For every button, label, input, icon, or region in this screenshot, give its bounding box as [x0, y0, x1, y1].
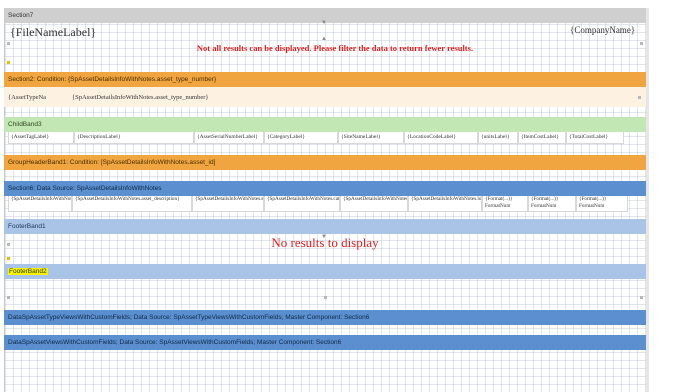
selection-handle-icon: [638, 96, 641, 99]
section6-band-label: Section6: Data Source: SpAssetDetailsInf…: [8, 185, 162, 192]
vertical-scrollbar[interactable]: [646, 8, 649, 392]
section2-band[interactable]: Section2: Condition: {SpAssetDetailsInfo…: [4, 72, 646, 87]
detail-cell[interactable]: {SpAssetDetailsInfoWithNotes.serial_no}: [192, 196, 264, 212]
detail-cell[interactable]: {SpAssetDetailsInfoWithNotes.category}: [264, 196, 340, 212]
selection-handle-icon: [640, 296, 643, 299]
section6-band[interactable]: Section6: Data Source: SpAssetDetailsInf…: [4, 181, 646, 196]
groupheader1-band-label: GroupHeaderBand1: Condition: [SpAssetDet…: [8, 159, 216, 166]
selection-handle-icon: [7, 42, 10, 45]
filename-field[interactable]: {FileNameLabel}: [10, 25, 96, 40]
detail-cell[interactable]: {SpAssetDetailsInfoWithNotes.site}: [340, 196, 408, 212]
filter-warning-text[interactable]: Not all results can be displayed. Please…: [120, 43, 550, 53]
column-header-cell[interactable]: {SiteNameLabel}: [338, 132, 404, 144]
asset-type-value-field[interactable]: {SpAssetDetailsInfoWithNotes.asset_type_…: [72, 94, 209, 101]
column-header-cell[interactable]: {TotalCostLabel}: [566, 132, 624, 144]
column-header-cell[interactable]: {DescriptionLabel}: [74, 132, 194, 144]
childband3-band-label: ChildBand3: [8, 121, 42, 128]
footerband1-band-label: FooterBand1: [8, 223, 46, 230]
section2-band-label: Section2: Condition: {SpAssetDetailsInfo…: [8, 76, 217, 83]
detail-cell[interactable]: {Format(...)} FormatNum: [576, 196, 628, 212]
resize-handle-icon[interactable]: ▼: [321, 234, 327, 240]
resize-handle-icon[interactable]: ▼: [321, 20, 327, 26]
detail-cell[interactable]: {SpAssetDetailsInfoWithNotes.asset_tag}: [8, 196, 72, 212]
section7-band-label: Section7: [8, 12, 34, 19]
groupheader1-band[interactable]: GroupHeaderBand1: Condition: [SpAssetDet…: [4, 155, 646, 170]
detail-cell[interactable]: {Format(...)} FormatNum: [482, 196, 528, 212]
data-asset-type-views-band-label: DataSpAssetTypeViewsWithCustomFields; Da…: [8, 314, 370, 321]
detail-cell[interactable]: {Format(...)} FormatNum: [528, 196, 576, 212]
column-header-cell[interactable]: {AssetSerialNumberLabel}: [194, 132, 264, 144]
selection-handle-icon: [7, 296, 10, 299]
anchor-marker-icon: [7, 61, 10, 64]
column-header-cell[interactable]: {AssetTagLabel}: [8, 132, 74, 144]
footerband2-band[interactable]: FooterBand2: [4, 264, 646, 279]
resize-handle-icon[interactable]: ▲: [321, 36, 327, 42]
data-asset-views-band[interactable]: DataSpAssetViewsWithCustomFields; Data S…: [4, 335, 646, 350]
column-header-cell[interactable]: {unitsLabel}: [478, 132, 518, 144]
anchor-marker-icon: [7, 257, 10, 260]
company-name-field[interactable]: {CompanyName}: [570, 25, 635, 35]
selection-handle-icon: [324, 296, 327, 299]
data-asset-type-views-band[interactable]: DataSpAssetTypeViewsWithCustomFields; Da…: [4, 310, 646, 325]
column-header-cell[interactable]: {LocationCodeLabel}: [404, 132, 478, 144]
data-asset-views-band-label: DataSpAssetViewsWithCustomFields; Data S…: [8, 339, 342, 346]
asset-type-label[interactable]: {AssetTypeNa: [8, 94, 66, 101]
detail-cell[interactable]: {SpAssetDetailsInfoWithNotes.asset_descr…: [72, 196, 192, 212]
footerband1-band[interactable]: FooterBand1: [4, 219, 646, 234]
column-header-cell[interactable]: {ItemCostLabel}: [518, 132, 566, 144]
footerband2-band-label: FooterBand2: [8, 268, 48, 275]
selection-handle-icon: [7, 243, 10, 246]
column-header-cell[interactable]: {CategoryLabel}: [264, 132, 338, 144]
childband3-band[interactable]: ChildBand3: [4, 117, 646, 132]
detail-cell[interactable]: {SpAssetDetailsInfoWithNotes.location}: [408, 196, 482, 212]
report-designer-canvas: Section7 {FileNameLabel} {CompanyName} N…: [0, 0, 676, 392]
selection-handle-icon: [640, 42, 643, 45]
